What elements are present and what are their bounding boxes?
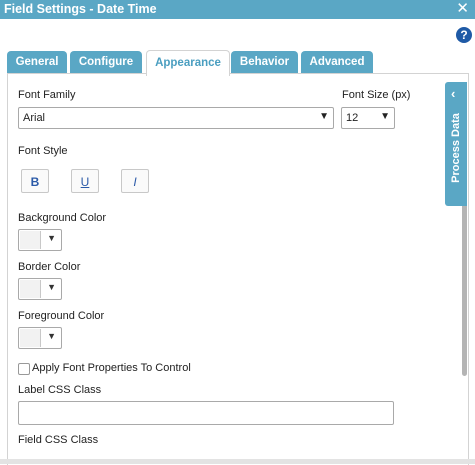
font-family-select[interactable]: Arial ▼ (18, 107, 334, 129)
background-color-picker[interactable]: ▼ (18, 229, 62, 251)
dropdown-arrow-icon: ▼ (380, 111, 390, 122)
apply-font-checkbox[interactable] (18, 363, 30, 375)
border-color-picker[interactable]: ▼ (18, 278, 62, 300)
caret-down-icon: ▼ (47, 282, 56, 292)
tab-behavior[interactable]: Behavior (231, 51, 298, 74)
label-css-class-input[interactable] (18, 401, 394, 425)
close-icon[interactable]: ✕ (456, 1, 469, 16)
tab-configure[interactable]: Configure (70, 51, 142, 74)
caret-down-icon: ▼ (47, 331, 56, 341)
process-data-panel-toggle[interactable]: ‹ Process Data (445, 82, 467, 206)
font-style-label: Font Style (18, 145, 68, 157)
foreground-color-picker[interactable]: ▼ (18, 327, 62, 349)
field-css-class-label: Field CSS Class (18, 434, 99, 446)
font-size-label-text: Font Size (342, 89, 389, 101)
bottom-bar (0, 459, 475, 464)
color-swatch (20, 329, 41, 347)
help-icon[interactable]: ? (456, 27, 472, 43)
foreground-color-label: Foreground Color (18, 310, 105, 322)
label-css-class-label: Label CSS Class (18, 384, 102, 396)
border-color-label: Border Color (18, 261, 81, 273)
font-size-unit: (px) (391, 89, 411, 101)
title-bar: Field Settings - Date Time ✕ (0, 0, 475, 19)
tab-appearance[interactable]: Appearance (146, 50, 230, 76)
font-size-label: Font Size (px) (342, 89, 410, 101)
italic-button[interactable]: I (121, 169, 149, 193)
tab-general[interactable]: General (7, 51, 67, 74)
font-family-value: Arial (23, 112, 46, 124)
background-color-label: Background Color (18, 212, 107, 224)
apply-font-label: Apply Font Properties To Control (32, 362, 191, 374)
tab-advanced[interactable]: Advanced (301, 51, 373, 74)
color-swatch (20, 231, 41, 249)
bold-button[interactable]: B (21, 169, 49, 193)
underline-button[interactable]: U (71, 169, 99, 193)
font-family-label: Font Family (18, 89, 76, 101)
caret-down-icon: ▼ (47, 233, 56, 243)
dropdown-arrow-icon: ▼ (319, 111, 329, 122)
process-data-label: Process Data (450, 113, 462, 183)
chevron-left-icon: ‹ (451, 86, 456, 101)
font-size-value: 12 (346, 112, 359, 124)
color-swatch (20, 280, 41, 298)
font-size-select[interactable]: 12 ▼ (341, 107, 395, 129)
window-title: Field Settings - Date Time (4, 2, 157, 16)
